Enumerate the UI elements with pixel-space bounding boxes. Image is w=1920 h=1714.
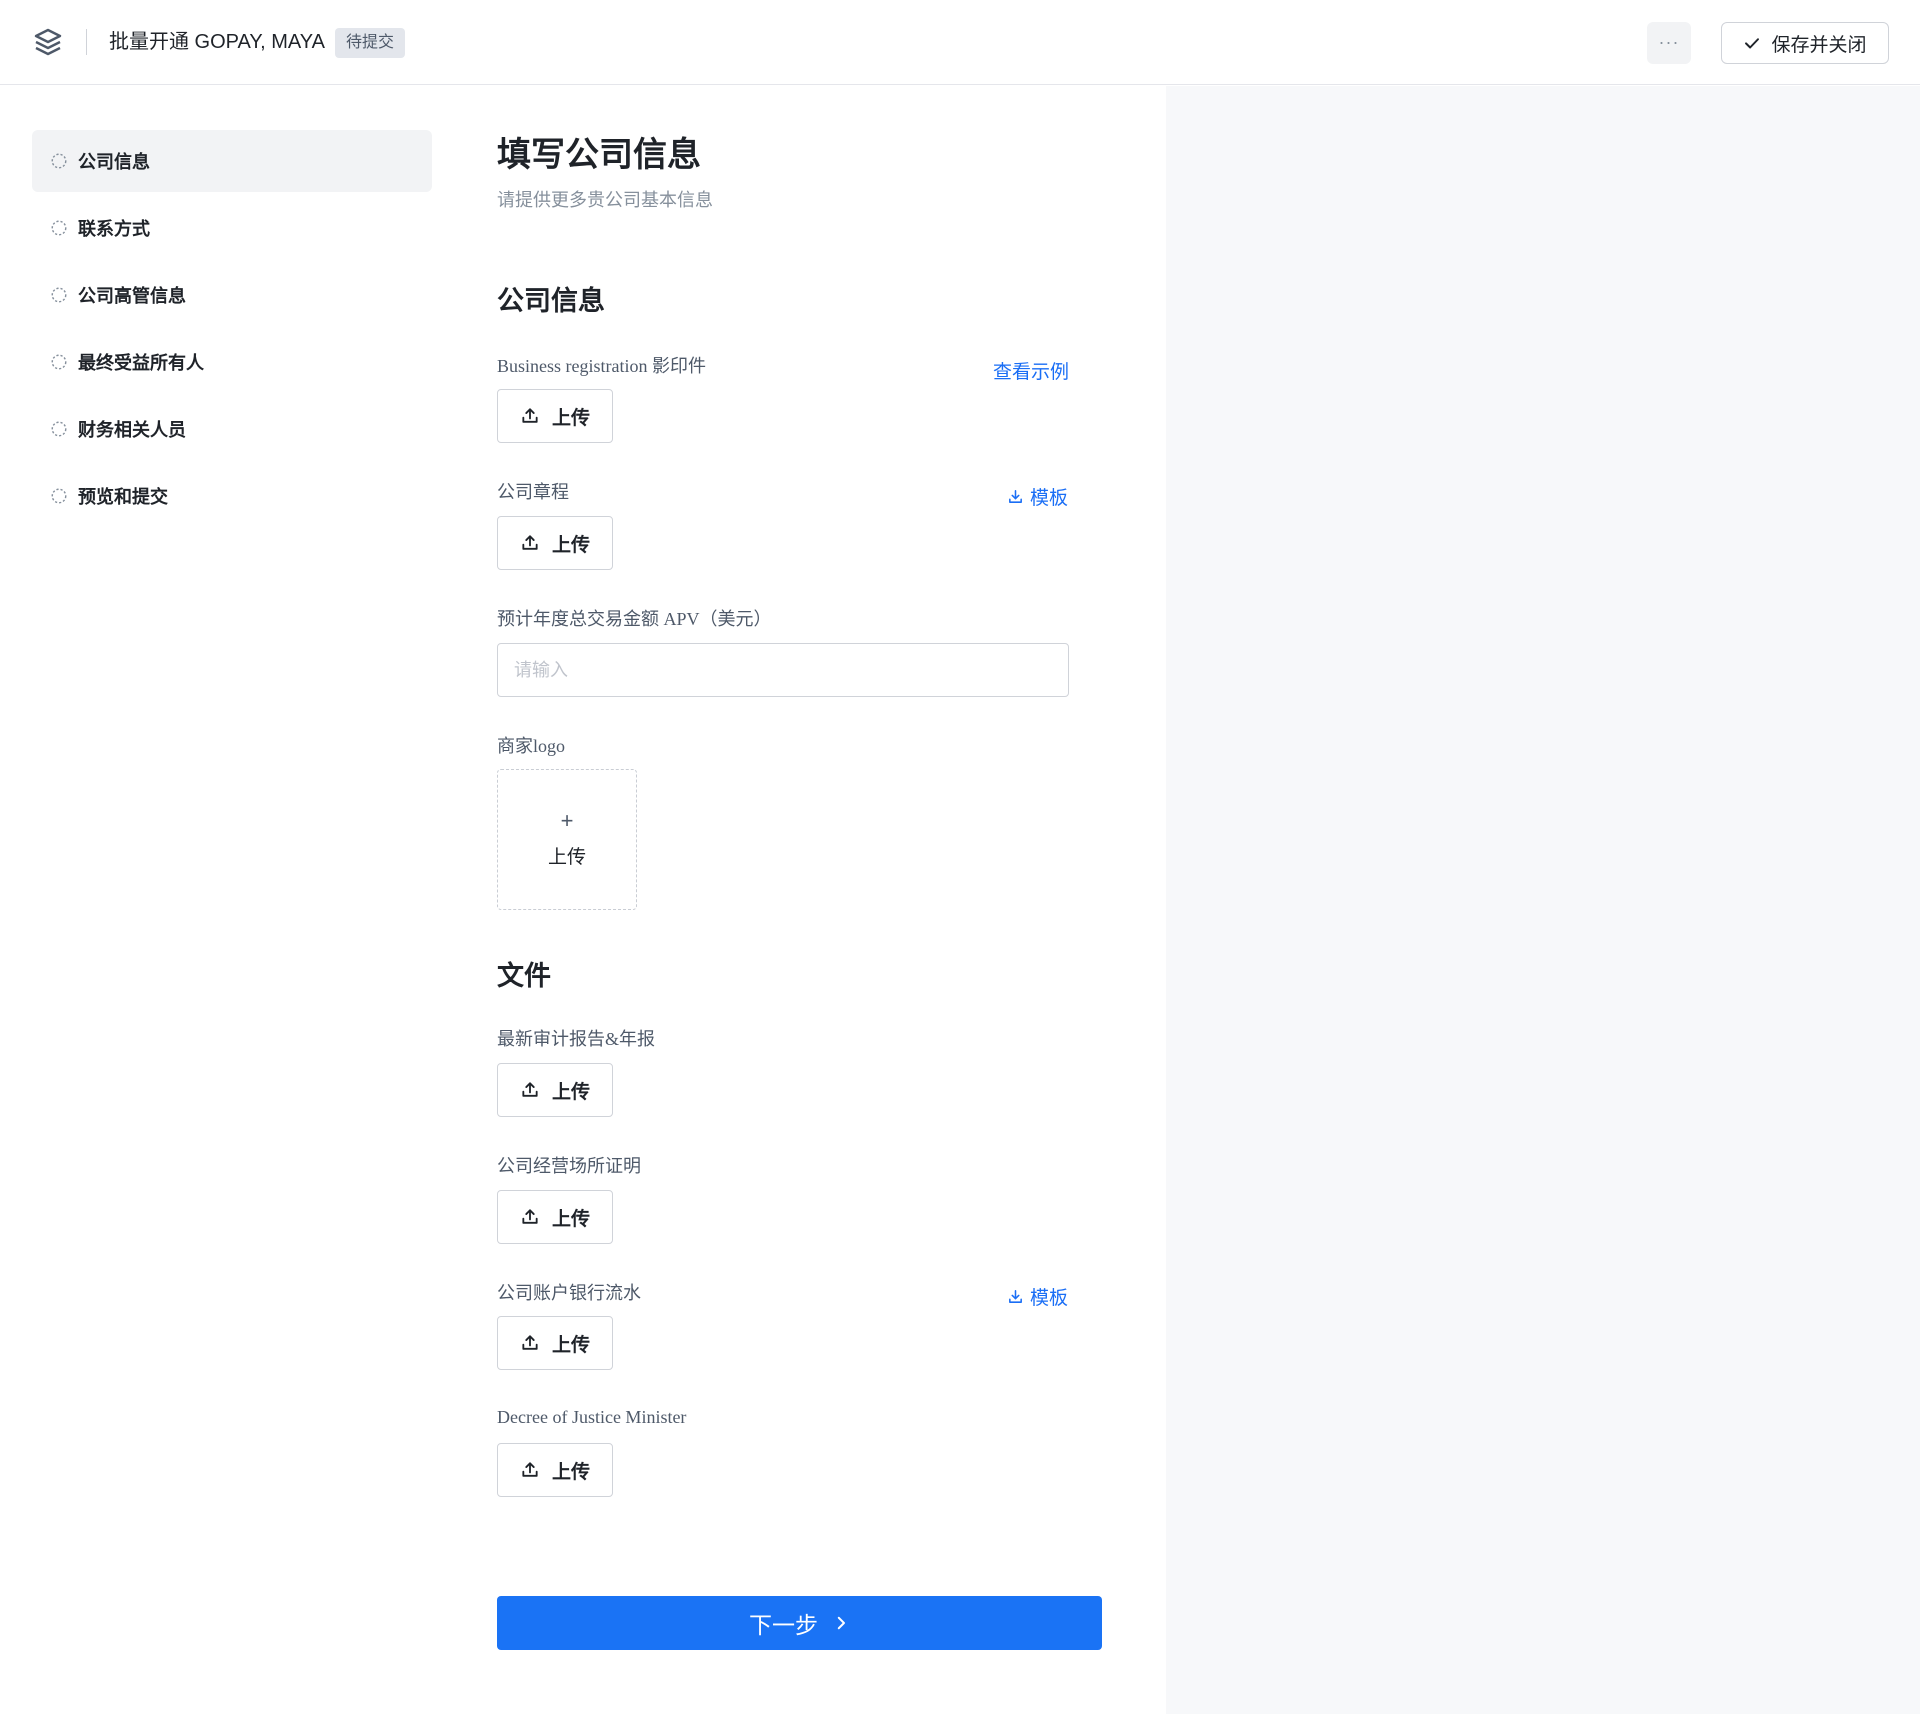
nav-item-executives[interactable]: 公司高管信息 — [32, 264, 432, 326]
merchant-logo-upload[interactable]: + 上传 — [497, 769, 637, 910]
status-badge: 待提交 — [335, 28, 406, 58]
nav-item-contact[interactable]: 联系方式 — [32, 197, 432, 259]
bank-template-link[interactable]: 模板 — [1007, 1283, 1068, 1310]
nav-item-label: 联系方式 — [78, 219, 150, 239]
pending-step-icon — [51, 488, 67, 504]
upload-label: 上传 — [551, 1334, 590, 1356]
upload-icon — [522, 408, 538, 423]
section-title-company: 公司信息 — [497, 286, 605, 316]
pending-step-icon — [51, 354, 67, 370]
upload-icon — [522, 1462, 538, 1477]
save-and-close-button[interactable]: 保存并关闭 — [1721, 22, 1889, 64]
nav-item-finance-staff[interactable]: 财务相关人员 — [32, 398, 432, 460]
preview-panel — [1166, 86, 1920, 1714]
nav-item-label: 公司信息 — [78, 152, 150, 172]
bank-statement-label: 公司账户银行流水 — [497, 1283, 641, 1303]
next-step-button[interactable]: 下一步 — [497, 1596, 1102, 1650]
layers-icon[interactable] — [32, 26, 64, 58]
view-example-link[interactable]: 查看示例 — [993, 357, 1069, 384]
decree-label: Decree of Justice Minister — [497, 1407, 687, 1427]
bank-statement-upload-button[interactable]: 上传 — [497, 1316, 613, 1370]
pending-step-icon — [51, 220, 67, 236]
articles-template-label: 模板 — [1030, 488, 1069, 509]
upload-icon — [522, 1082, 538, 1097]
upload-icon — [522, 1335, 538, 1350]
upload-label: 上传 — [551, 1461, 590, 1483]
audit-report-upload-button[interactable]: 上传 — [497, 1063, 613, 1117]
merchant-logo-upload-label: 上传 — [547, 847, 586, 868]
pending-step-icon — [51, 421, 67, 437]
header-divider — [86, 29, 87, 55]
save-and-close-label: 保存并关闭 — [1771, 34, 1867, 56]
next-step-label: 下一步 — [749, 1612, 818, 1638]
business-premises-upload-button[interactable]: 上传 — [497, 1190, 613, 1244]
articles-template-link[interactable]: 模板 — [1007, 483, 1068, 510]
business-premises-label: 公司经营场所证明 — [497, 1156, 641, 1176]
upload-label: 上传 — [551, 1081, 590, 1103]
upload-label: 上传 — [551, 534, 590, 556]
upload-icon — [522, 535, 538, 550]
pending-step-icon — [51, 287, 67, 303]
nav-item-label: 财务相关人员 — [78, 420, 186, 440]
business-registration-label: Business registration 影印件 — [497, 356, 706, 376]
chevron-right-icon — [837, 1616, 845, 1630]
plus-icon: + — [560, 808, 574, 833]
form-title: 填写公司信息 — [497, 136, 701, 174]
audit-report-label: 最新审计报告&年报 — [497, 1029, 656, 1049]
nav-item-label: 最终受益所有人 — [78, 353, 204, 373]
apv-label: 预计年度总交易金额 APV（美元） — [497, 609, 772, 629]
bank-template-label: 模板 — [1030, 1288, 1069, 1309]
top-bar: 批量开通 GOPAY, MAYA 待提交 ··· 保存并关闭 — [0, 0, 1920, 85]
business-registration-upload-button[interactable]: 上传 — [497, 389, 613, 443]
pending-step-icon — [51, 153, 67, 169]
nav-item-preview-submit[interactable]: 预览和提交 — [32, 465, 432, 527]
merchant-logo-label: 商家logo — [497, 736, 566, 756]
decree-upload-button[interactable]: 上传 — [497, 1443, 613, 1497]
articles-upload-button[interactable]: 上传 — [497, 516, 613, 570]
articles-of-association-label: 公司章程 — [497, 482, 569, 502]
upload-icon — [522, 1209, 538, 1224]
upload-label: 上传 — [551, 407, 590, 429]
nav-item-label: 预览和提交 — [78, 487, 168, 507]
download-icon — [1009, 1290, 1022, 1303]
nav-item-label: 公司高管信息 — [78, 286, 186, 306]
nav-item-beneficial-owners[interactable]: 最终受益所有人 — [32, 331, 432, 393]
more-options-button[interactable]: ··· — [1647, 22, 1691, 64]
page-header-title: 批量开通 GOPAY, MAYA — [109, 31, 325, 53]
step-navigation: 公司信息 联系方式 公司高管信息 最终受益所有人 财务相关人员 预览和提交 — [32, 130, 432, 532]
upload-label: 上传 — [551, 1208, 590, 1230]
apv-input[interactable] — [497, 643, 1069, 697]
nav-item-company-info[interactable]: 公司信息 — [32, 130, 432, 192]
section-title-files: 文件 — [497, 961, 551, 991]
download-icon — [1009, 490, 1022, 503]
form-subtitle: 请提供更多贵公司基本信息 — [497, 190, 713, 210]
check-icon — [1745, 38, 1760, 49]
